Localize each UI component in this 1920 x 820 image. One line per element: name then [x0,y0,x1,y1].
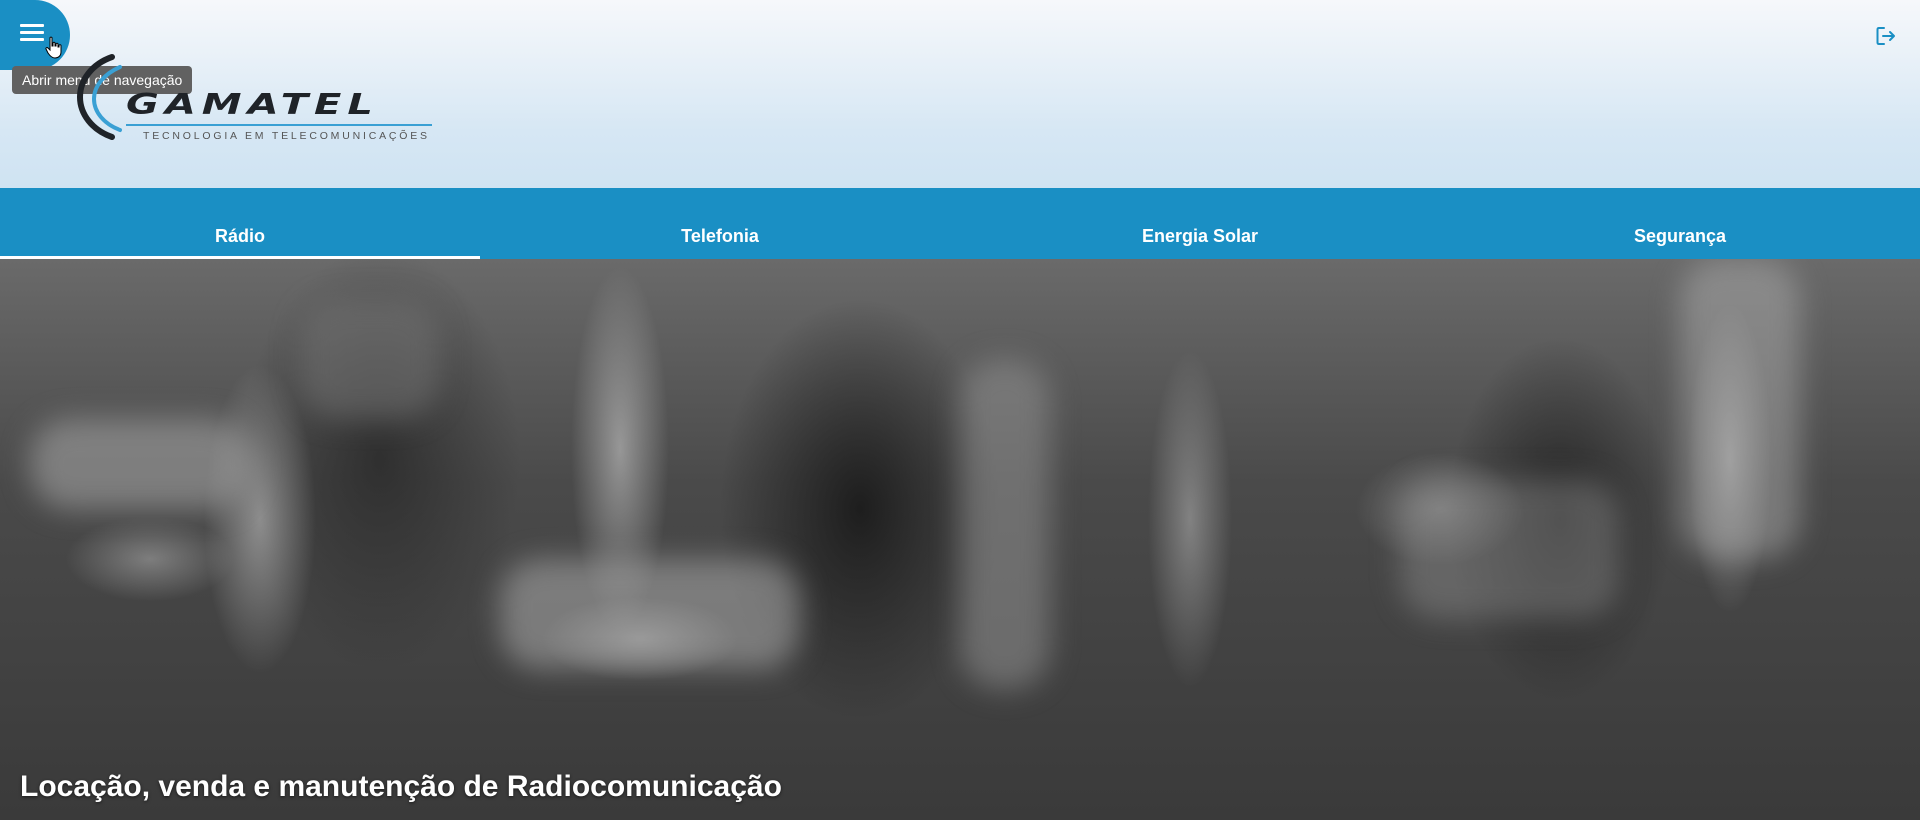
hero-image [500,559,800,669]
hero-image [30,419,250,509]
menu-icon [20,24,44,42]
logo-arc-icon [76,54,122,140]
tab-energia-solar[interactable]: Energia Solar [960,188,1440,259]
hero-image [300,299,440,419]
logo-tagline: TECNOLOGIA EM TELECOMUNICAÇÕES [143,130,430,142]
logo-name: GAMATEL [126,87,379,121]
tab-label: Segurança [1633,226,1727,246]
hero-image [960,359,1050,689]
gamatel-logo[interactable]: GAMATEL TECNOLOGIA EM TELECOMUNICAÇÕES [72,52,432,147]
tab-label: Energia Solar [1141,226,1259,246]
hero-banner: Locação, venda e manutenção de Radiocomu… [0,259,1920,820]
logout-icon[interactable] [1874,24,1898,48]
hero-image [1680,259,1800,559]
tab-label: Telefonia [681,226,759,246]
tab-seguranca[interactable]: Segurança [1440,188,1920,259]
category-tabs: Rádio Telefonia Energia Solar Segurança [0,188,1920,259]
tab-radio[interactable]: Rádio [0,188,480,259]
hero-image [1400,479,1620,619]
logo-underline [126,124,432,126]
tab-telefonia[interactable]: Telefonia [480,188,960,259]
header: Abrir menu de navegação GAMATEL TECNOLOG… [0,0,1920,188]
hand-cursor-icon [45,36,62,59]
tab-label: Rádio [214,226,265,246]
hero-caption: Locação, venda e manutenção de Radiocomu… [20,770,782,803]
